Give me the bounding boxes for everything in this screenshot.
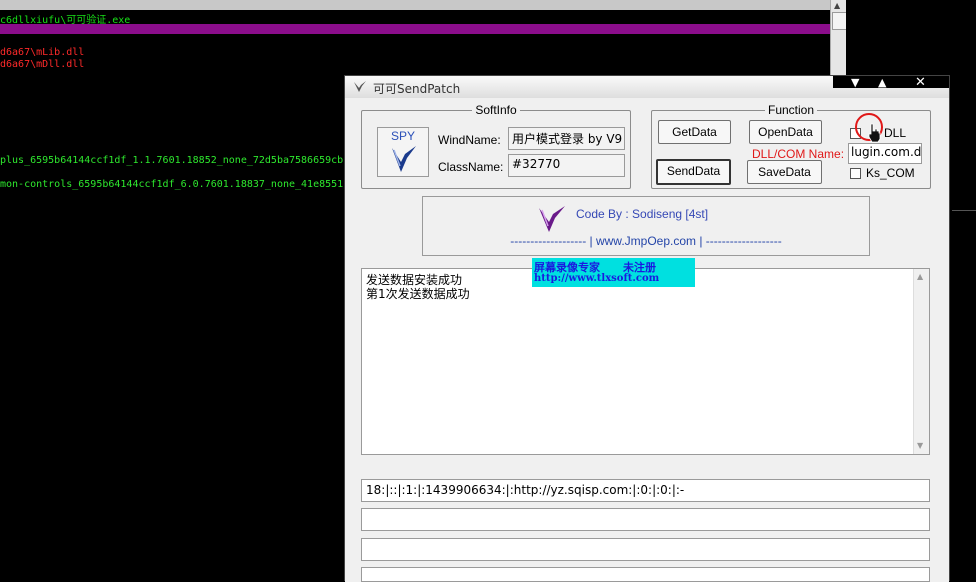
recorder-watermark: 屏幕录像专家 未注册 http://www.tlxsoft.com — [532, 258, 695, 287]
dll-checkbox-label: DLL — [884, 126, 907, 140]
classname-field[interactable]: #32770 — [508, 154, 625, 177]
scroll-up-icon[interactable]: ▲ — [834, 1, 840, 10]
log-textarea[interactable]: 发送数据安装成功 第1次发送数据成功 ▲ ▼ — [361, 268, 930, 455]
spy-crosshair-icon[interactable] — [390, 144, 418, 174]
console-line-mlib: d6a67\mLib.dll — [0, 47, 85, 58]
console-line-assembly-2: mon-controls_6595b64144ccf1df_6.0.7601.1… — [0, 179, 344, 190]
console-header-bar — [0, 0, 830, 10]
close-button[interactable]: ✕ — [915, 75, 926, 90]
windname-field[interactable]: 用户模式登录 by V9 — [508, 127, 625, 150]
title-bar[interactable]: 可可SendPatch ▼ ▲ ✕ — [345, 75, 949, 98]
hand-cursor-icon — [868, 123, 881, 143]
console-line-assembly-1: plus_6595b64144ccf1df_1.1.7601.18852_non… — [0, 155, 344, 166]
window-client-area: SoftInfo SPY WindName: 用户模式登录 by V9 Clas… — [345, 98, 949, 582]
console-scroll-thumb[interactable] — [832, 12, 846, 30]
scroll-down-icon[interactable]: ▼ — [917, 441, 923, 450]
data-field-4[interactable] — [361, 567, 930, 582]
console-line-mdll: d6a67\mDll.dll — [0, 59, 85, 70]
author-credit: Code By : Sodiseng [4st] — [576, 207, 709, 221]
console-selection-bar — [0, 24, 830, 34]
spy-label: SPY — [390, 129, 415, 143]
data-field-3[interactable] — [361, 538, 930, 561]
log-scrollbar[interactable]: ▲ ▼ — [913, 269, 929, 454]
maximize-button[interactable]: ▲ — [878, 76, 886, 89]
dllcom-name-field[interactable]: lugin.com.dll — [848, 143, 922, 164]
kscom-checkbox-label: Ks_COM — [866, 166, 915, 180]
author-logo-icon — [539, 206, 565, 232]
function-legend: Function — [767, 103, 815, 117]
website-link[interactable]: ------------------- | www.JmpOep.com | -… — [423, 234, 869, 248]
scroll-up-icon[interactable]: ▲ — [917, 272, 923, 281]
senddata-button[interactable]: SendData — [656, 159, 731, 185]
spy-target-box[interactable]: SPY — [377, 127, 429, 177]
data-field-1[interactable]: 18:|::|:1:|:1439906634:|:http://yz.sqisp… — [361, 479, 930, 502]
getdata-button[interactable]: GetData — [658, 120, 731, 144]
data-field-2[interactable] — [361, 508, 930, 531]
savedata-button[interactable]: SaveData — [747, 160, 822, 184]
watermark-url: http://www.tlxsoft.com — [534, 273, 660, 284]
background-divider — [952, 210, 976, 211]
minimize-button[interactable]: ▼ — [851, 76, 859, 89]
opendata-button[interactable]: OpenData — [749, 120, 822, 144]
credits-box: Code By : Sodiseng [4st] ---------------… — [422, 196, 870, 256]
log-line: 第1次发送数据成功 — [366, 287, 470, 301]
classname-label: ClassName: — [438, 160, 504, 174]
app-logo-icon — [354, 81, 366, 92]
sendpatch-window: 可可SendPatch ▼ ▲ ✕ SoftInfo SPY WindName:… — [344, 75, 950, 582]
softinfo-legend: SoftInfo — [475, 103, 517, 117]
dllcom-name-label: DLL/COM Name: — [752, 147, 845, 161]
windname-label: WindName: — [438, 133, 501, 147]
window-title: 可可SendPatch — [373, 82, 461, 96]
kscom-checkbox[interactable] — [850, 168, 861, 179]
